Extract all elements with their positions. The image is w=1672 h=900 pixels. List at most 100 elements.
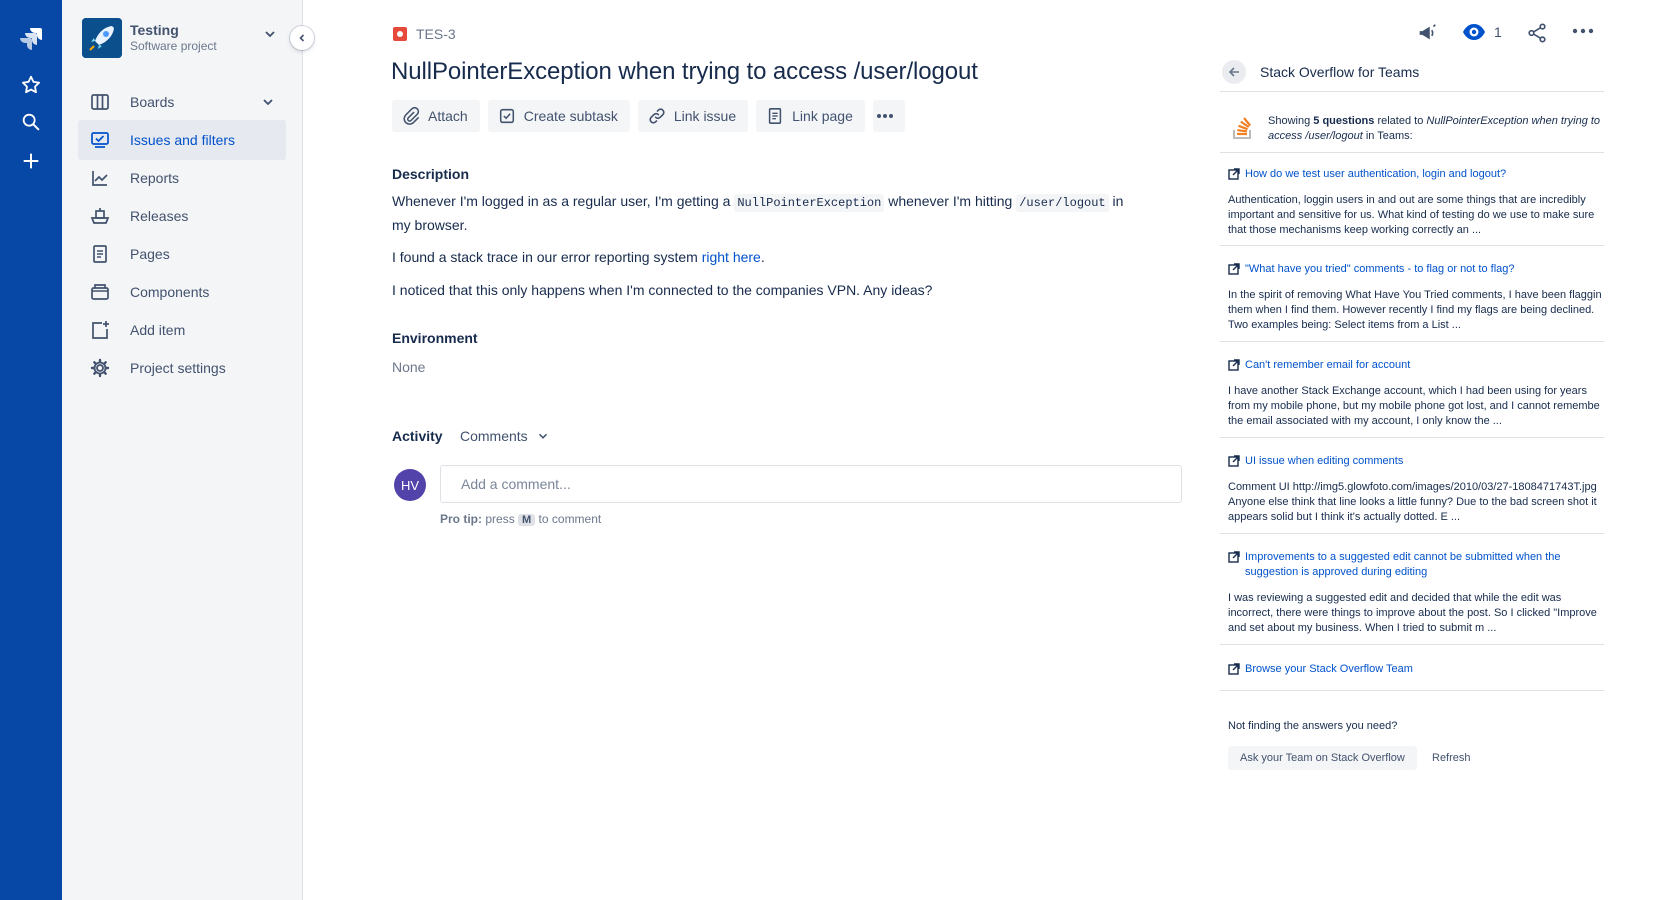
keyboard-shortcut-key: M: [518, 514, 536, 526]
sidebar-item-releases[interactable]: Releases: [78, 196, 286, 236]
sidebar-item-project-settings[interactable]: Project settings: [78, 348, 286, 388]
issue-title[interactable]: NullPointerException when trying to acce…: [391, 58, 978, 86]
showing-summary: Showing 5 questions related to NullPoint…: [1268, 115, 1601, 142]
pro-tip: Pro tip: press M to comment: [440, 512, 602, 526]
subtask-icon: [499, 108, 514, 124]
link-page-button[interactable]: Link page: [756, 100, 865, 132]
divider: [1220, 437, 1604, 438]
more-actions-button[interactable]: [872, 100, 905, 132]
components-icon: [88, 280, 112, 304]
watcher-count: 1: [1494, 24, 1502, 40]
issues-icon: [88, 128, 112, 152]
sidebar-item-label: Reports: [130, 170, 180, 186]
page-icon: [768, 108, 782, 124]
question-link[interactable]: UI issue when editing comments: [1228, 454, 1605, 469]
watchers-button[interactable]: 1: [1462, 22, 1502, 42]
divider: [1220, 644, 1604, 645]
question-excerpt: I have another Stack Exchange account, w…: [1228, 385, 1600, 427]
divider: [1220, 341, 1604, 342]
inline-code: NullPointerException: [734, 194, 885, 212]
releases-icon: [88, 204, 112, 228]
panel-title: Stack Overflow for Teams: [1260, 64, 1420, 80]
gear-icon: [88, 356, 112, 380]
stack-overflow-logo-icon: [1232, 114, 1254, 145]
chevron-left-icon: [299, 34, 305, 42]
right-here-link[interactable]: right here: [702, 249, 761, 265]
arrow-left-icon: [1228, 67, 1239, 77]
starred-icon[interactable]: [15, 69, 47, 101]
refresh-button[interactable]: Refresh: [1432, 746, 1471, 770]
sidebar-item-label: Issues and filters: [130, 132, 236, 148]
not-finding-text: Not finding the answers you need?: [1228, 720, 1398, 732]
divider: [1220, 91, 1604, 92]
reports-icon: [88, 166, 112, 190]
more-options-button[interactable]: [1572, 28, 1594, 34]
activity-heading: Activity: [392, 428, 443, 444]
feedback-megaphone-button[interactable]: [1416, 22, 1438, 44]
question-link[interactable]: "What have you tried" comments - to flag…: [1228, 262, 1605, 277]
back-button[interactable]: [1222, 60, 1246, 84]
browse-team-link[interactable]: Browse your Stack Overflow Team: [1228, 662, 1605, 677]
inline-code: /user/logout: [1016, 194, 1109, 212]
create-subtask-button[interactable]: Create subtask: [487, 100, 630, 132]
sidebar-item-label: Add item: [130, 322, 186, 338]
project-name: Testing: [130, 22, 179, 38]
jira-logo-icon[interactable]: [15, 22, 47, 54]
divider: [1220, 152, 1604, 153]
collapse-sidebar-button[interactable]: [290, 26, 314, 50]
ask-team-button[interactable]: Ask your Team on Stack Overflow: [1228, 746, 1417, 770]
external-link-icon: [1228, 263, 1240, 280]
chevron-down-icon[interactable]: [262, 26, 278, 47]
question-link[interactable]: Can't remember email for account: [1228, 358, 1605, 373]
question-excerpt: I was reviewing a suggested edit and dec…: [1228, 592, 1597, 634]
add-item-icon: [88, 318, 112, 342]
divider: [1220, 690, 1604, 691]
page-icon: [88, 242, 112, 266]
question-link[interactable]: Improvements to a suggested edit cannot …: [1228, 550, 1575, 580]
megaphone-icon: [1419, 24, 1436, 40]
environment-value[interactable]: None: [392, 356, 1132, 378]
sidebar-item-components[interactable]: Components: [78, 272, 286, 312]
sidebar-item-label: Pages: [130, 246, 170, 262]
description-paragraph-2[interactable]: I found a stack trace in our error repor…: [392, 246, 1132, 268]
activity-filter-dropdown[interactable]: Comments: [460, 428, 550, 444]
description-paragraph-1[interactable]: Whenever I'm logged in as a regular user…: [392, 190, 1132, 236]
sidebar-item-label: Components: [130, 284, 210, 300]
chevron-down-icon: [538, 433, 547, 439]
question-excerpt: Comment UI http://img5.glowfoto.com/imag…: [1228, 481, 1597, 523]
share-button[interactable]: [1526, 22, 1548, 44]
issue-toolbar: Attach Create subtask Link issue Link pa…: [392, 100, 905, 132]
external-link-icon: [1228, 455, 1240, 472]
issue-key-breadcrumb[interactable]: TES-3: [392, 26, 456, 42]
more-icon: [1572, 28, 1594, 34]
external-link-icon: [1228, 663, 1240, 680]
link-icon: [649, 108, 665, 124]
sidebar-item-boards[interactable]: Boards: [78, 82, 286, 122]
sidebar-item-label: Boards: [130, 94, 175, 110]
chevron-down-icon[interactable]: [260, 94, 276, 115]
question-excerpt: In the spirit of removing What Have You …: [1228, 289, 1602, 331]
comment-input[interactable]: Add a comment...: [440, 465, 1182, 503]
external-link-icon: [1228, 168, 1240, 185]
sidebar-item-issues-and-filters[interactable]: Issues and filters: [78, 120, 286, 160]
avatar: HV: [394, 469, 426, 501]
external-link-icon: [1228, 551, 1240, 568]
question-link[interactable]: How do we test user authentication, logi…: [1228, 167, 1605, 182]
link-issue-button[interactable]: Link issue: [637, 100, 749, 132]
project-type: Software project: [130, 39, 217, 53]
attach-button[interactable]: Attach: [392, 100, 480, 132]
environment-heading: Environment: [392, 330, 478, 346]
sidebar-item-label: Project settings: [130, 360, 226, 376]
bug-icon: [392, 26, 408, 42]
question-excerpt: Authentication, loggin users in and out …: [1228, 194, 1595, 236]
paperclip-icon: [403, 107, 420, 125]
sidebar-item-reports[interactable]: Reports: [78, 158, 286, 198]
description-paragraph-3[interactable]: I noticed that this only happens when I'…: [392, 279, 1132, 301]
search-icon[interactable]: [15, 106, 47, 138]
create-icon[interactable]: [15, 145, 47, 177]
sidebar-item-pages[interactable]: Pages: [78, 234, 286, 274]
eye-icon: [1463, 24, 1485, 40]
project-avatar[interactable]: [82, 18, 122, 58]
sidebar-item-add-item[interactable]: Add item: [78, 310, 286, 350]
board-icon: [88, 90, 112, 114]
